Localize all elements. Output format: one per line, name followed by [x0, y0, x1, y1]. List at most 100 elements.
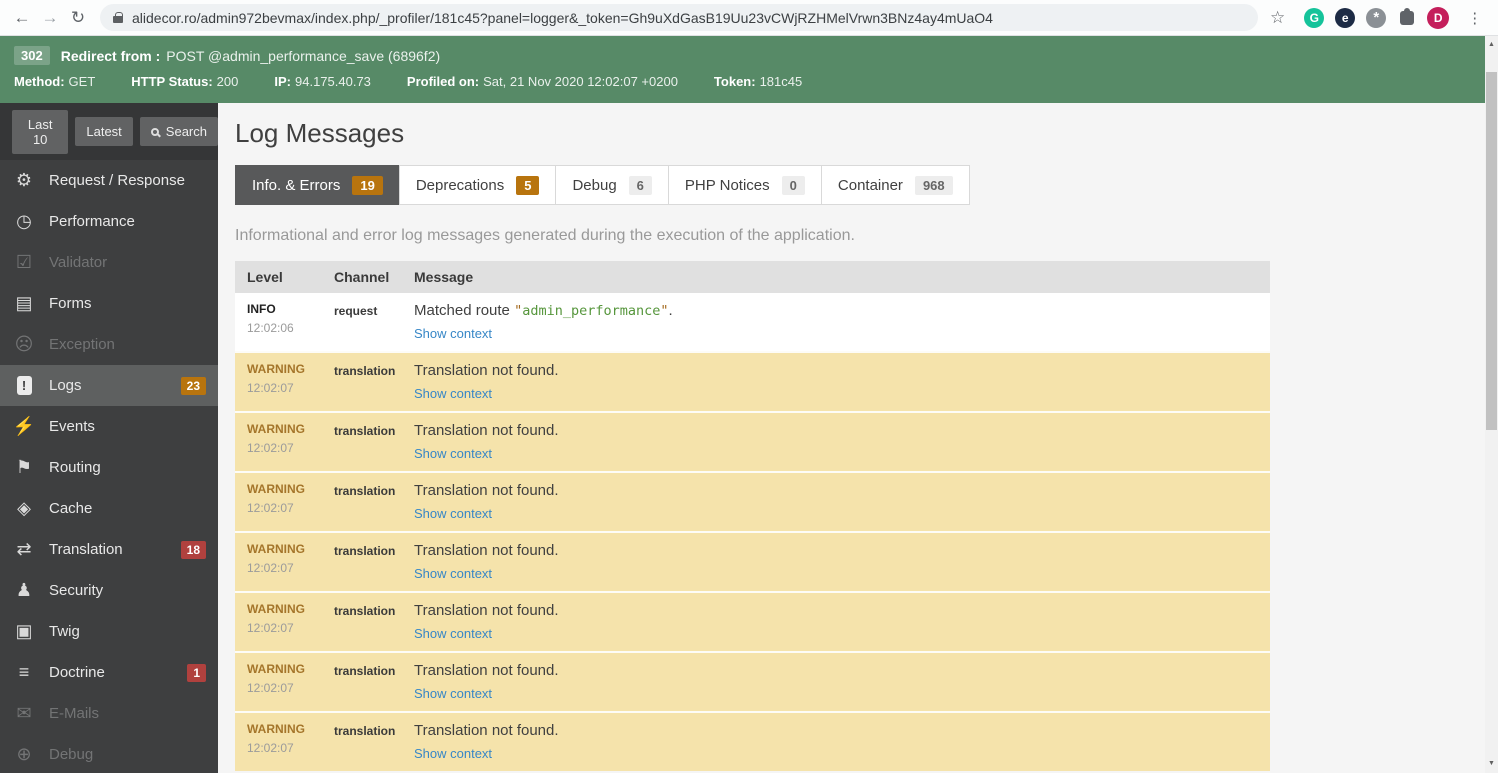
log-level: WARNING [247, 362, 305, 376]
log-channel: translation [334, 664, 396, 678]
signpost-icon: ⚑ [15, 457, 33, 477]
show-context-link[interactable]: Show context [414, 326, 492, 341]
log-channel: translation [334, 724, 396, 738]
ghost-icon: ☹ [14, 334, 34, 354]
tab-info-errors[interactable]: Info. & Errors 19 [235, 165, 400, 205]
sidebar-item-twig[interactable]: ▣ Twig [0, 611, 218, 652]
sidebar-menu: ⚙ Request / Response ◷ Performance ☑ Val… [0, 160, 218, 775]
browser-toolbar: ← → ↻ alidecor.ro/admin972bevmax/index.p… [0, 0, 1498, 36]
tab-deprecations[interactable]: Deprecations 5 [398, 165, 557, 205]
sidebar-item-doctrine[interactable]: ≡ Doctrine 1 [0, 652, 218, 693]
log-time: 12:02:07 [247, 741, 294, 755]
log-book-icon: ! [12, 376, 36, 395]
sidebar-item-label: E-Mails [49, 705, 100, 722]
profiler-status-banner: 302 Redirect from : POST @admin_performa… [0, 36, 1498, 103]
window-icon: ▣ [15, 621, 33, 641]
logs-count-badge: 23 [180, 376, 206, 395]
pinwheel-extension-icon[interactable]: * [1366, 7, 1387, 28]
sidebar-item-label: Forms [49, 295, 92, 312]
table-header-row: Level Channel Message [235, 261, 1270, 293]
http-status-badge: 302 [14, 46, 50, 65]
sidebar-item-translation[interactable]: ⇄ Translation 18 [0, 529, 218, 570]
translate-icon: ⇄ [16, 539, 32, 559]
column-header-message: Message [402, 261, 1270, 293]
show-context-link[interactable]: Show context [414, 446, 492, 461]
extensions-puzzle-icon[interactable] [1400, 7, 1415, 25]
latest-button[interactable]: Latest [75, 117, 133, 146]
log-row: WARNING 12:02:07 translation Translation… [235, 652, 1270, 712]
tab-container[interactable]: Container 968 [820, 165, 970, 205]
redirect-value: POST @admin_performance_save (6896f2) [166, 47, 441, 64]
clipboard-icon: ▤ [15, 293, 33, 313]
bookmark-star-icon[interactable]: ☆ [1270, 8, 1285, 28]
log-message: Translation not found. [414, 662, 559, 679]
profiler-sidebar: Last 10 Latest Search ⚙ Request / Respon… [0, 103, 218, 773]
scrollbar-thumb[interactable] [1486, 72, 1497, 430]
show-context-link[interactable]: Show context [414, 626, 492, 641]
sidebar-item-label: Security [49, 582, 104, 599]
tab-count-badge: 968 [914, 175, 953, 195]
sidebar-item-request-response[interactable]: ⚙ Request / Response [0, 160, 218, 201]
show-context-link[interactable]: Show context [414, 746, 492, 761]
back-icon[interactable]: ← [8, 8, 36, 28]
sidebar-item-exception[interactable]: ☹ Exception [0, 324, 218, 365]
log-message: Translation not found. [414, 722, 559, 739]
address-bar[interactable]: alidecor.ro/admin972bevmax/index.php/_pr… [100, 4, 1258, 31]
sidebar-item-performance[interactable]: ◷ Performance [0, 201, 218, 242]
log-level: WARNING [247, 422, 305, 436]
sidebar-item-cache[interactable]: ◈ Cache [0, 488, 218, 529]
sidebar-item-label: Routing [49, 459, 101, 476]
search-button[interactable]: Search [139, 117, 218, 146]
log-time: 12:02:07 [247, 621, 294, 635]
forward-icon[interactable]: → [36, 8, 64, 28]
sidebar-item-routing[interactable]: ⚑ Routing [0, 447, 218, 488]
show-context-link[interactable]: Show context [414, 386, 492, 401]
person-icon: ♟ [15, 580, 33, 600]
tab-count-badge: 6 [628, 175, 652, 195]
log-row: WARNING 12:02:07 translation Translation… [235, 472, 1270, 532]
scrollbar-up-arrow-icon[interactable]: ▲ [1485, 38, 1498, 52]
show-context-link[interactable]: Show context [414, 686, 492, 701]
sidebar-item-label: Exception [49, 336, 115, 353]
show-context-link[interactable]: Show context [414, 566, 492, 581]
scrollbar-down-arrow-icon[interactable]: ▼ [1485, 757, 1498, 771]
log-level: INFO [247, 302, 276, 316]
sidebar-item-debug[interactable]: ⊕ Debug [0, 734, 218, 775]
log-channel: translation [334, 424, 396, 438]
tab-count-badge: 5 [516, 175, 540, 195]
log-level: WARNING [247, 602, 305, 616]
profile-avatar[interactable]: D [1427, 6, 1450, 29]
sidebar-item-forms[interactable]: ▤ Forms [0, 283, 218, 324]
checkbox-icon: ☑ [15, 252, 33, 272]
vertical-scrollbar[interactable]: ▲ ▼ [1485, 36, 1498, 773]
grammarly-extension-icon[interactable]: G [1304, 7, 1325, 28]
url-text[interactable]: alidecor.ro/admin972bevmax/index.php/_pr… [132, 10, 993, 26]
sidebar-item-emails[interactable]: ✉ E-Mails [0, 693, 218, 734]
log-row: WARNING 12:02:07 translation Translation… [235, 592, 1270, 652]
show-context-link[interactable]: Show context [414, 506, 492, 521]
tab-php-notices[interactable]: PHP Notices 0 [667, 165, 822, 205]
sidebar-item-validator[interactable]: ☑ Validator [0, 242, 218, 283]
sidebar-item-label: Debug [49, 746, 94, 763]
sidebar-item-label: Performance [49, 213, 135, 230]
browser-menu-icon[interactable]: ⋮ [1462, 9, 1487, 27]
redirect-label: Redirect from : [60, 47, 161, 64]
sidebar-item-label: Request / Response [49, 172, 185, 189]
log-time: 12:02:07 [247, 501, 294, 515]
log-message: Translation not found. [414, 362, 559, 379]
e-extension-icon[interactable]: e [1335, 7, 1356, 28]
sidebar-item-events[interactable]: ⚡ Events [0, 406, 218, 447]
log-channel: translation [334, 364, 396, 378]
log-time: 12:02:07 [247, 561, 294, 575]
broadcast-icon: ⚡ [12, 416, 36, 436]
tab-debug[interactable]: Debug 6 [555, 165, 669, 205]
sidebar-item-security[interactable]: ♟ Security [0, 570, 218, 611]
reload-icon[interactable]: ↻ [64, 8, 92, 28]
sidebar-item-logs[interactable]: ! Logs 23 [0, 365, 218, 406]
last-10-button[interactable]: Last 10 [12, 109, 69, 154]
target-icon: ⊕ [16, 744, 32, 764]
log-row: WARNING 12:02:07 translation Translation… [235, 532, 1270, 592]
search-icon [150, 127, 159, 136]
log-message: Translation not found. [414, 542, 559, 559]
log-message: Translation not found. [414, 602, 559, 619]
